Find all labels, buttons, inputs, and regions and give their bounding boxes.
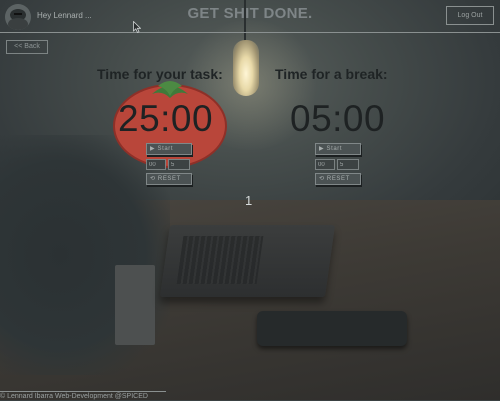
background-speaker (115, 265, 155, 345)
lamp-bulb (233, 40, 259, 96)
background-keyboard (176, 236, 264, 284)
task-minutes-input[interactable] (146, 159, 166, 170)
page-title: GET SHIT DONE. (187, 5, 313, 22)
task-timer-display: 25:00 (118, 98, 214, 139)
header-bar: Hey Lennard ... GET SHIT DONE. Log Out (0, 0, 500, 33)
session-counter: 1 (245, 193, 253, 208)
break-minutes-input[interactable] (315, 159, 335, 170)
break-start-button[interactable]: ▶ Start (315, 143, 361, 155)
break-timer-display: 05:00 (290, 98, 386, 139)
task-timer-title: Time for your task: (97, 66, 223, 82)
task-start-button[interactable]: ▶ Start (146, 143, 192, 155)
task-reset-button[interactable]: ⟲ RESET (146, 173, 192, 185)
mouse-cursor-icon (133, 21, 141, 33)
break-reset-button[interactable]: ⟲ RESET (315, 173, 361, 185)
task-seconds-input[interactable] (168, 159, 190, 170)
logout-button[interactable]: Log Out (446, 6, 494, 25)
back-button[interactable]: << Back (6, 40, 48, 54)
break-timer-title: Time for a break: (275, 66, 388, 82)
break-seconds-input[interactable] (337, 159, 359, 170)
background-phone (257, 311, 407, 346)
